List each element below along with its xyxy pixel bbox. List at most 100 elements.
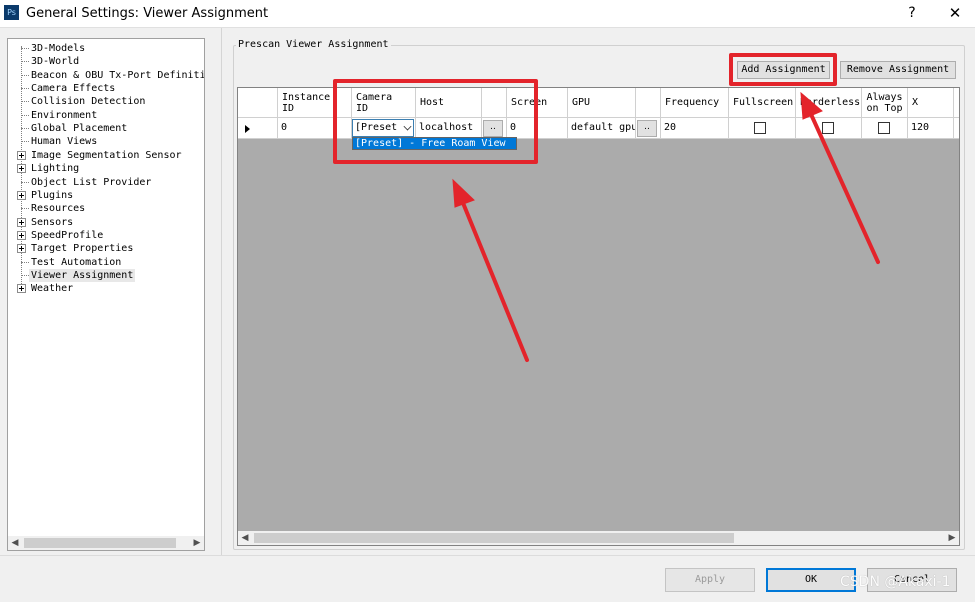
scroll-left-icon[interactable]: ◀ <box>8 536 22 550</box>
tree-item-label: Resources <box>31 203 86 215</box>
cell-frequency[interactable]: 20 <box>661 118 729 139</box>
tree-connector <box>21 181 29 183</box>
tree-item[interactable]: Weather <box>8 282 204 295</box>
tree-item[interactable]: Sensors <box>8 216 204 229</box>
tree-item-label: 3D-World <box>31 56 80 68</box>
always-on-top-checkbox[interactable] <box>878 122 890 134</box>
tree-item-label: Image Segmentation Sensor <box>31 149 182 161</box>
tree-item-label: Plugins <box>31 189 74 201</box>
remove-assignment-button[interactable]: Remove Assignment <box>840 61 956 79</box>
tree-connector <box>21 88 29 90</box>
scroll-left-icon[interactable]: ◀ <box>238 531 252 545</box>
tree-item[interactable]: Human Views <box>8 135 204 148</box>
borderless-checkbox[interactable] <box>822 122 834 134</box>
tree-item-label: Camera Effects <box>31 83 116 95</box>
title-bar: Ps General Settings: Viewer Assignment ?… <box>0 0 975 28</box>
tree-item-label: SpeedProfile <box>31 229 104 241</box>
app-icon: Ps <box>4 5 19 20</box>
gpu-browse-button[interactable]: .. <box>637 120 657 137</box>
tree-item[interactable]: Environment <box>8 109 204 122</box>
tree-item[interactable]: Camera Effects <box>8 82 204 95</box>
annotation-box-camera <box>333 79 538 164</box>
expand-plus-icon[interactable] <box>17 190 26 200</box>
tree-connector <box>21 48 29 49</box>
tree-item[interactable]: Test Automation <box>8 256 204 269</box>
tree-item-label: Environment <box>31 109 98 121</box>
col-x[interactable]: X <box>908 88 954 118</box>
tree-item-label: Beacon & OBU Tx-Port Definitio <box>31 69 204 81</box>
col-overflow <box>954 88 959 118</box>
window-title: General Settings: Viewer Assignment <box>26 6 269 21</box>
tree-item-label: Collision Detection <box>31 96 146 108</box>
tree-item[interactable]: Resources <box>8 202 204 215</box>
tree-item[interactable]: Global Placement <box>8 122 204 135</box>
row-selector[interactable] <box>238 118 278 139</box>
watermark: CSDN @Akaxi-1 <box>840 574 951 590</box>
tree-connector <box>21 208 29 210</box>
tree-item[interactable]: Target Properties <box>8 242 204 255</box>
group-title: Prescan Viewer Assignment <box>236 39 391 50</box>
tree-item[interactable]: SpeedProfile <box>8 229 204 242</box>
tree-connector <box>21 101 29 103</box>
expand-plus-icon[interactable] <box>17 284 26 294</box>
cell-fullscreen <box>729 118 796 139</box>
settings-tree[interactable]: 3D-Models 3D-World Beacon & OBU Tx-Port De… <box>7 38 205 551</box>
tree-connector <box>21 74 29 76</box>
tree-item[interactable]: Plugins <box>8 189 204 202</box>
tree-connector <box>21 114 29 116</box>
tree-item[interactable]: 3D-Models <box>8 42 204 55</box>
expand-plus-icon[interactable] <box>17 217 26 227</box>
close-button[interactable]: ✕ <box>940 2 970 24</box>
tree-item[interactable]: Image Segmentation Sensor <box>8 149 204 162</box>
col-gpu-browse[interactable] <box>636 88 661 118</box>
scroll-right-icon[interactable]: ▶ <box>945 531 959 545</box>
tree-item[interactable]: Collision Detection <box>8 95 204 108</box>
tree-connector <box>21 274 29 276</box>
tree-item-label: Global Placement <box>31 123 128 135</box>
tree-item-label: Lighting <box>31 163 80 175</box>
expand-plus-icon[interactable] <box>17 150 26 160</box>
scroll-thumb[interactable] <box>24 538 176 548</box>
expand-plus-icon[interactable] <box>17 244 26 254</box>
apply-button[interactable]: Apply <box>665 568 755 592</box>
tree-connector <box>21 261 29 263</box>
tree-item[interactable]: Lighting <box>8 162 204 175</box>
col-borderless[interactable]: Borderless <box>796 88 862 118</box>
col-always-on-top[interactable]: Always on Top <box>862 88 908 118</box>
tree-connector <box>21 141 29 143</box>
tree-item-label: Viewer Assignment <box>29 268 136 282</box>
annotation-box-add <box>729 53 837 86</box>
tree-item-label: Test Automation <box>31 256 122 268</box>
tree-horizontal-scrollbar[interactable]: ◀ ▶ <box>8 536 204 550</box>
cell-gpu-browse: .. <box>636 118 661 139</box>
cell-overflow <box>954 118 959 139</box>
current-row-icon <box>245 125 250 133</box>
fullscreen-checkbox[interactable] <box>754 122 766 134</box>
cell-gpu[interactable]: default gpu <box>568 118 636 139</box>
tree-item[interactable]: Viewer Assignment <box>8 268 204 282</box>
scroll-thumb[interactable] <box>254 533 734 543</box>
tree-item-label: Human Views <box>31 136 98 148</box>
expand-plus-icon[interactable] <box>17 164 26 174</box>
col-gpu[interactable]: GPU <box>568 88 636 118</box>
tree-item[interactable]: Beacon & OBU Tx-Port Definitio <box>8 69 204 82</box>
help-button[interactable]: ? <box>898 2 926 24</box>
cell-always-on-top <box>862 118 908 139</box>
tree-item-label: 3D-Models <box>31 43 86 54</box>
scroll-right-icon[interactable]: ▶ <box>190 536 204 550</box>
cell-borderless <box>796 118 862 139</box>
row-header-corner <box>238 88 278 118</box>
tree-item-label: Weather <box>31 283 74 295</box>
cell-x[interactable]: 120 <box>908 118 954 139</box>
grid-horizontal-scrollbar[interactable]: ◀ ▶ <box>238 531 959 545</box>
tree-connector <box>21 61 29 63</box>
tree-item-label: Object List Provider <box>31 176 152 188</box>
tree-item[interactable]: 3D-World <box>8 55 204 68</box>
tree-item-label: Target Properties <box>31 243 134 255</box>
col-frequency[interactable]: Frequency <box>661 88 729 118</box>
tree-item[interactable]: Object List Provider <box>8 176 204 189</box>
tree-connector <box>21 128 29 130</box>
col-fullscreen[interactable]: Fullscreen <box>729 88 796 118</box>
expand-plus-icon[interactable] <box>17 230 26 240</box>
tree-item-label: Sensors <box>31 216 74 228</box>
